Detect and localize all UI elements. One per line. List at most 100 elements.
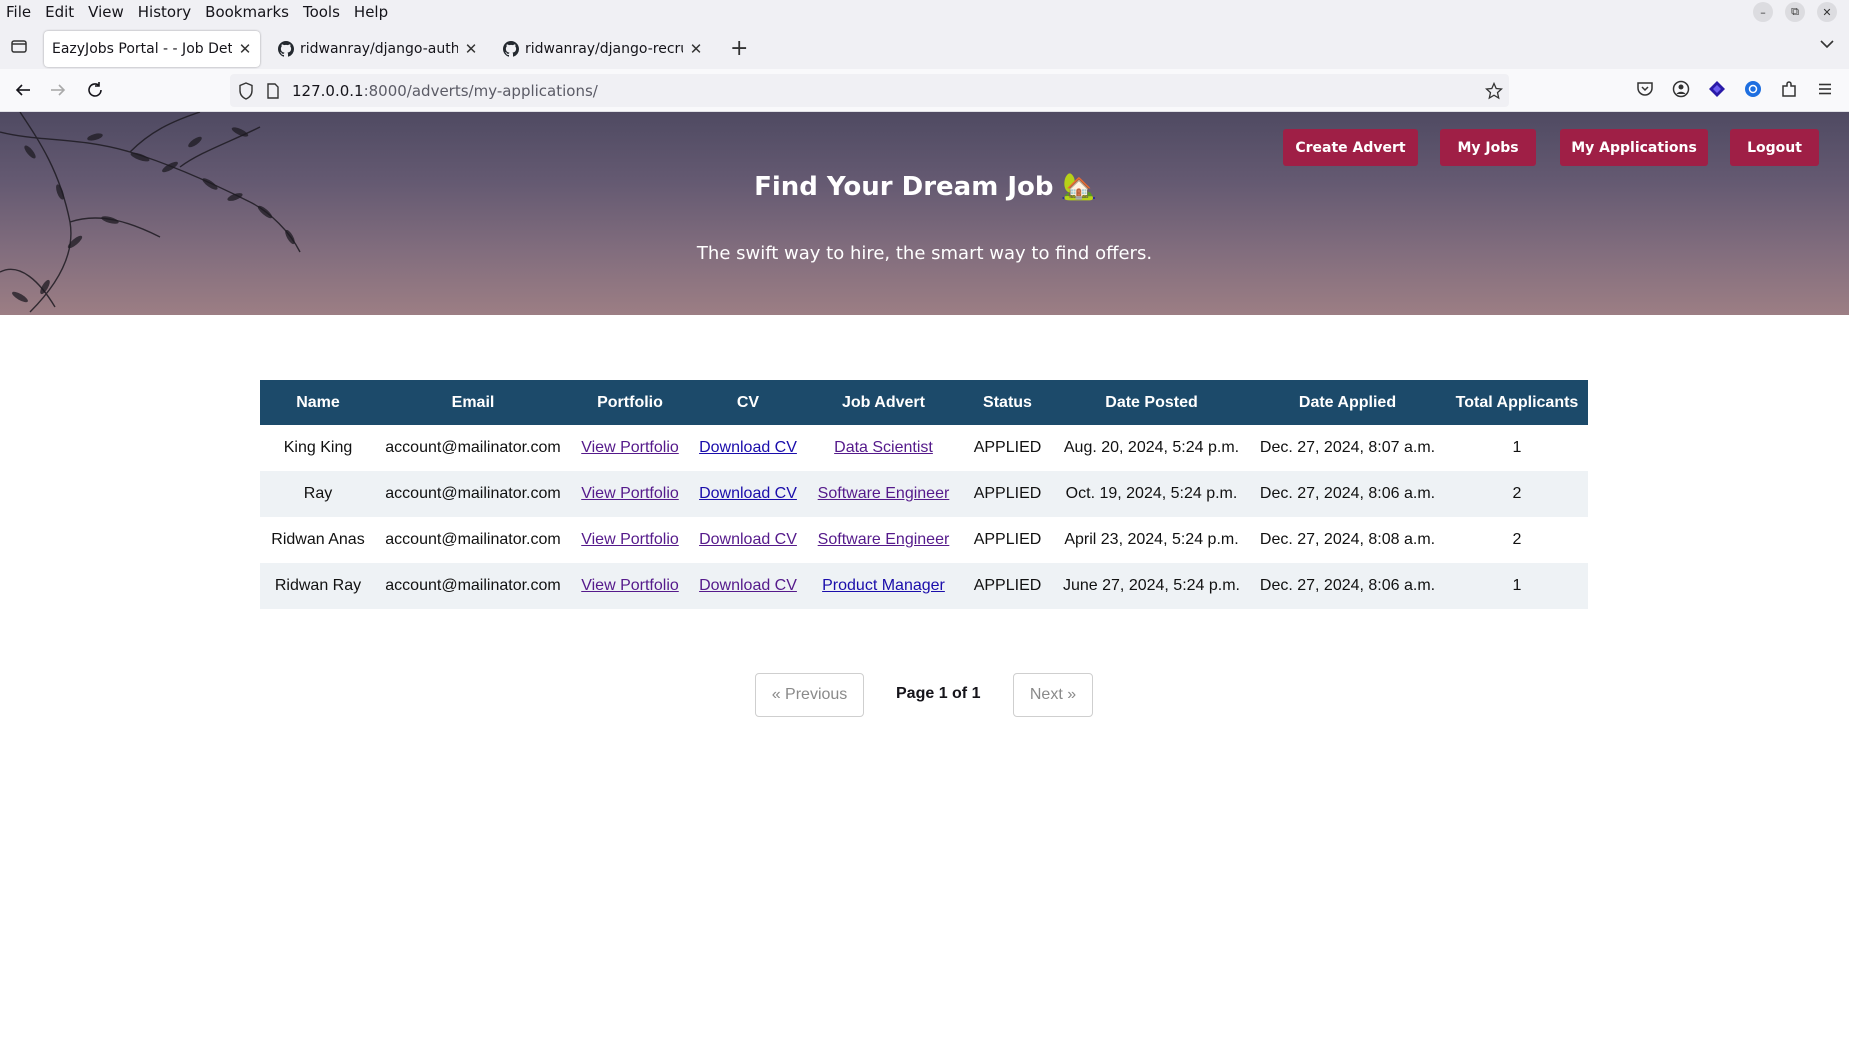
menu-edit[interactable]: Edit xyxy=(38,0,81,24)
extension-diamond-icon[interactable] xyxy=(1707,79,1727,99)
cv-cell: Download CV xyxy=(690,425,806,471)
house-icon: 🏡 xyxy=(1062,172,1095,202)
applicant-email: account@mailinator.com xyxy=(376,563,570,609)
back-button[interactable] xyxy=(12,79,34,101)
reload-button[interactable] xyxy=(84,79,106,101)
view-portfolio-link[interactable]: View Portfolio xyxy=(581,485,679,502)
table-row: Ray account@mailinator.com View Portfoli… xyxy=(260,471,1588,517)
column-header-portfolio: Portfolio xyxy=(570,380,690,425)
window-controls: – ⧉ ✕ xyxy=(1753,2,1837,22)
cv-cell: Download CV xyxy=(690,471,806,517)
hero-banner: Create Advert My Jobs My Applications Lo… xyxy=(0,112,1849,315)
chevron-down-icon[interactable] xyxy=(1819,38,1835,50)
close-tab-icon[interactable]: ✕ xyxy=(238,40,252,58)
job-advert-link[interactable]: Software Engineer xyxy=(818,531,950,548)
page-title: Find Your Dream Job 🏡 xyxy=(0,172,1849,202)
cv-cell: Download CV xyxy=(690,563,806,609)
tab-bar: EazyJobs Portal - - Job Detai ✕ ridwanra… xyxy=(0,24,1849,69)
tab-django-recruit[interactable]: ridwanray/django-recruit ✕ xyxy=(495,31,711,67)
status-cell: APPLIED xyxy=(961,471,1054,517)
portfolio-cell: View Portfolio xyxy=(570,425,690,471)
date-posted-cell: April 23, 2024, 5:24 p.m. xyxy=(1064,531,1239,548)
tree-branches-image xyxy=(0,112,301,313)
date-applied-cell: Dec. 27, 2024, 8:06 a.m. xyxy=(1249,471,1446,517)
account-icon[interactable] xyxy=(1671,79,1691,99)
url-text[interactable]: 127.0.0.1:8000/adverts/my-applications/ xyxy=(292,82,598,100)
shield-icon[interactable] xyxy=(238,81,254,100)
applicant-name: Ridwan Anas xyxy=(271,531,365,548)
total-applicants-cell: 2 xyxy=(1446,471,1588,517)
create-advert-button[interactable]: Create Advert xyxy=(1283,129,1418,166)
table-row: Ridwan Anas account@mailinator.com View … xyxy=(260,517,1588,563)
new-tab-icon[interactable]: + xyxy=(730,36,748,61)
portfolio-cell: View Portfolio xyxy=(570,563,690,609)
column-header-job-advert: Job Advert xyxy=(806,380,961,425)
table-row: Ridwan Ray account@mailinator.com View P… xyxy=(260,563,1588,609)
forward-button[interactable] xyxy=(47,79,69,101)
menu-file[interactable]: File xyxy=(0,0,38,24)
hamburger-menu-icon[interactable] xyxy=(1815,79,1835,99)
tab-eazyjobs[interactable]: EazyJobs Portal - - Job Detai ✕ xyxy=(44,31,260,67)
date-posted-cell: Aug. 20, 2024, 5:24 p.m. xyxy=(1063,439,1240,456)
logout-button[interactable]: Logout xyxy=(1730,129,1819,166)
download-cv-link[interactable]: Download CV xyxy=(699,531,797,548)
status-cell: APPLIED xyxy=(973,531,1042,548)
pocket-icon[interactable] xyxy=(1635,79,1655,99)
column-header-date-applied: Date Applied xyxy=(1249,380,1446,425)
tab-list-icon[interactable] xyxy=(10,37,28,55)
applicant-email: account@mailinator.com xyxy=(376,471,570,517)
menu-bookmarks[interactable]: Bookmarks xyxy=(198,0,296,24)
menu-help[interactable]: Help xyxy=(347,0,395,24)
extensions-puzzle-icon[interactable] xyxy=(1779,79,1799,99)
arrow-left-icon xyxy=(15,84,30,96)
download-cv-link[interactable]: Download CV xyxy=(699,485,797,502)
menu-view[interactable]: View xyxy=(81,0,131,24)
menu-history[interactable]: History xyxy=(131,0,198,24)
portfolio-cell: View Portfolio xyxy=(570,517,690,563)
job-advert-cell: Product Manager xyxy=(806,563,961,609)
next-page-button[interactable]: Next » xyxy=(1013,673,1093,717)
reload-icon xyxy=(88,82,102,97)
page-title-text: Find Your Dream Job xyxy=(754,172,1054,202)
total-applicants-cell: 1 xyxy=(1512,439,1522,456)
navigation-bar: 127.0.0.1:8000/adverts/my-applications/ xyxy=(0,69,1849,112)
url-path: :8000/adverts/my-applications/ xyxy=(363,81,598,100)
close-window-icon[interactable]: ✕ xyxy=(1817,2,1837,22)
column-header-status: Status xyxy=(961,380,1054,425)
job-advert-link[interactable]: Product Manager xyxy=(822,577,945,594)
view-portfolio-link[interactable]: View Portfolio xyxy=(581,531,679,548)
download-cv-link[interactable]: Download CV xyxy=(699,439,797,456)
page-icon[interactable] xyxy=(266,82,280,99)
status-cell: APPLIED xyxy=(973,439,1042,456)
table-row: King King account@mailinator.com View Po… xyxy=(260,425,1588,471)
page-subtitle: The swift way to hire, the smart way to … xyxy=(696,243,1153,264)
star-icon[interactable] xyxy=(1485,81,1503,100)
minimize-icon[interactable]: – xyxy=(1753,2,1773,22)
restore-icon[interactable]: ⧉ xyxy=(1785,2,1805,22)
tab-title: EazyJobs Portal - - Job Detai xyxy=(52,41,232,57)
url-host: 127.0.0.1 xyxy=(292,81,364,100)
status-cell: APPLIED xyxy=(961,563,1054,609)
view-portfolio-link[interactable]: View Portfolio xyxy=(581,577,679,594)
job-advert-cell: Software Engineer xyxy=(806,517,961,563)
tab-django-auth[interactable]: ridwanray/django-auth: A ✕ xyxy=(270,31,486,67)
job-advert-link[interactable]: Software Engineer xyxy=(818,485,950,502)
tab-title: ridwanray/django-recruit xyxy=(525,41,683,57)
date-posted-cell: Oct. 19, 2024, 5:24 p.m. xyxy=(1054,471,1249,517)
applicant-name: Ridwan Ray xyxy=(260,563,376,609)
previous-page-button[interactable]: « Previous xyxy=(755,673,864,717)
close-tab-icon[interactable]: ✕ xyxy=(689,40,703,58)
url-bar[interactable]: 127.0.0.1:8000/adverts/my-applications/ xyxy=(230,74,1509,107)
my-applications-button[interactable]: My Applications xyxy=(1560,129,1708,166)
total-applicants-cell: 1 xyxy=(1446,563,1588,609)
menu-tools[interactable]: Tools xyxy=(296,0,347,24)
column-header-email: Email xyxy=(376,380,570,425)
column-header-total-applicants: Total Applicants xyxy=(1446,380,1588,425)
view-portfolio-link[interactable]: View Portfolio xyxy=(581,439,679,456)
extension-circle-icon[interactable] xyxy=(1743,79,1763,99)
download-cv-link[interactable]: Download CV xyxy=(699,577,797,594)
close-tab-icon[interactable]: ✕ xyxy=(464,40,478,58)
table-header-row: Name Email Portfolio CV Job Advert Statu… xyxy=(260,380,1588,425)
my-jobs-button[interactable]: My Jobs xyxy=(1440,129,1536,166)
job-advert-link[interactable]: Data Scientist xyxy=(834,439,933,456)
